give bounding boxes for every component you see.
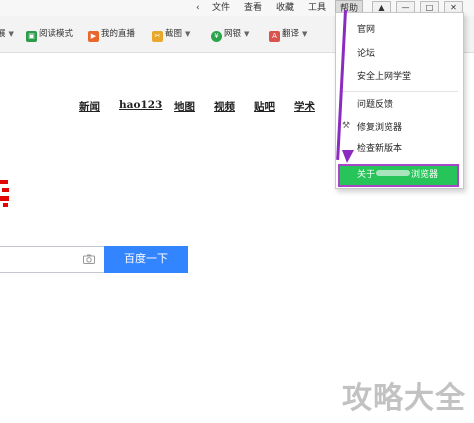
toolbar-screenshot[interactable]: ✂ 截图 ▼ (152, 27, 190, 42)
help-menu-item-about[interactable]: 关于 浏览器 (338, 164, 459, 187)
menu-view[interactable]: 查看 (244, 0, 262, 16)
search-input[interactable] (0, 246, 105, 273)
live-icon: ▶ (88, 31, 99, 42)
help-menu-item-safety-school[interactable]: 安全上网学堂 (357, 70, 411, 84)
help-menu-item-feedback[interactable]: 问题反馈 (357, 98, 393, 112)
menu-file[interactable]: 文件 (212, 0, 230, 16)
menu-favorites[interactable]: 收藏 (276, 0, 294, 16)
help-menu-item-repair[interactable]: 修复浏览器 (357, 121, 402, 135)
toolbar-live[interactable]: ▶ 我的直播 (88, 27, 136, 42)
nav-link-map[interactable]: 地图 (174, 99, 195, 114)
nav-link-news[interactable]: 新闻 (79, 99, 100, 114)
wrench-icon: ⚒ (342, 121, 351, 131)
chevron-down-icon: ▼ (8, 30, 14, 38)
menu-separator (340, 91, 458, 92)
translate-icon: A (269, 31, 280, 42)
nav-link-video[interactable]: 视频 (214, 99, 235, 114)
chevron-left-icon[interactable]: ‹ (196, 0, 200, 16)
search-button[interactable]: 百度一下 (104, 246, 188, 273)
toolbar-translate[interactable]: A 翻译 ▼ (269, 27, 307, 42)
arrowhead-icon (342, 150, 354, 163)
help-menu-item-about-label: 关于 浏览器 (357, 168, 438, 182)
logo-fragment (0, 172, 10, 212)
about-suffix: 浏览器 (411, 170, 439, 180)
toolbar-reading-mode[interactable]: ▣ 阅读模式 (26, 27, 74, 42)
help-menu-item-forum[interactable]: 论坛 (357, 47, 375, 61)
camera-icon[interactable] (83, 254, 95, 264)
watermark: 攻略大全 (342, 381, 466, 416)
toolbar-screenshot-label: 截图 (165, 29, 183, 39)
chevron-down-icon[interactable]: ▼ (302, 30, 307, 38)
menu-tools[interactable]: 工具 (308, 0, 326, 16)
nav-link-xueshu[interactable]: 学术 (294, 99, 315, 114)
about-prefix: 关于 (357, 170, 376, 180)
logo-glyph-icon (0, 180, 9, 207)
toolbar-ebank-label: 网银 (224, 29, 242, 39)
help-menu-item-official-site[interactable]: 官网 (357, 23, 375, 37)
blurred-brand-name (376, 170, 411, 176)
nav-link-tieba[interactable]: 贴吧 (254, 99, 275, 114)
toolbar-reading-mode-label: 阅读模式 (39, 29, 74, 39)
toolbar-translate-label: 翻译 (282, 29, 300, 39)
chevron-down-icon[interactable]: ▼ (185, 30, 190, 38)
nav-link-hao123[interactable]: hao123 (119, 99, 162, 111)
reading-mode-icon: ▣ (26, 31, 37, 42)
chevron-down-icon[interactable]: ▼ (244, 30, 249, 38)
toolbar-expand[interactable]: 展 ▼ (0, 27, 14, 41)
ebank-icon: ¥ (211, 31, 222, 42)
screenshot-icon: ✂ (152, 31, 163, 42)
toolbar-ebank[interactable]: ¥ 网银 ▼ (211, 27, 249, 42)
toolbar-live-label: 我的直播 (101, 29, 136, 39)
toolbar-expand-label: 展 (0, 29, 6, 39)
help-menu-item-check-update[interactable]: 检查新版本 (357, 142, 402, 156)
